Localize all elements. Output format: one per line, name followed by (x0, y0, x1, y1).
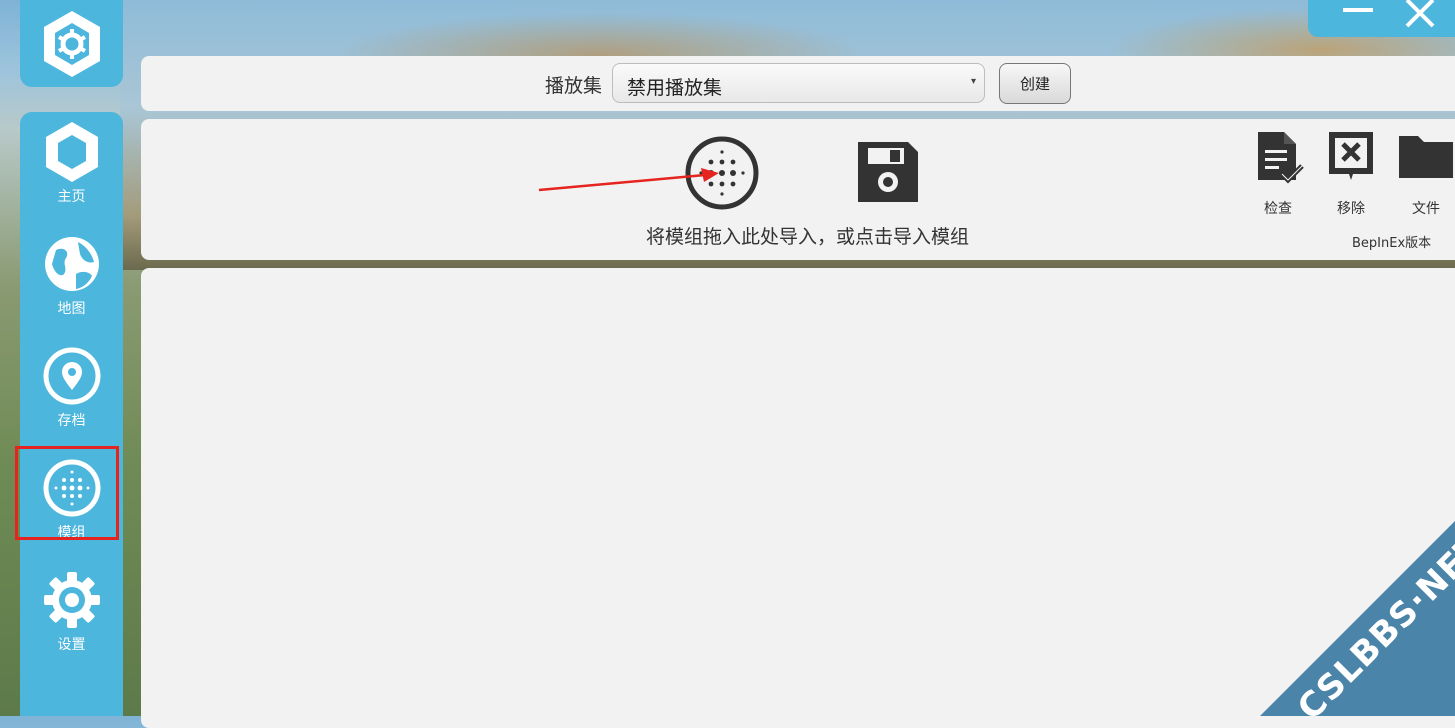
close-icon (1405, 0, 1435, 28)
chevron-down-icon: ▾ (970, 76, 976, 87)
tool-remove-label: 移除 (1337, 201, 1365, 217)
mod-list-panel[interactable] (141, 268, 1455, 728)
folder-icon (1399, 136, 1453, 178)
sidebar: 主页 地图 存档 模组 设置 (15, 112, 123, 716)
hexagon-home-icon (45, 122, 98, 182)
playset-selected-value: 禁用播放集 (627, 77, 723, 99)
create-button[interactable]: 创建 (999, 63, 1071, 104)
save-icon[interactable] (854, 138, 922, 206)
logo-icon (43, 10, 100, 77)
nav-label-saves: 存档 (57, 413, 86, 429)
import-hint: 将模组拖入此处导入，或点击导入模组 (646, 226, 970, 248)
nav-item-mods[interactable]: 模组 (15, 446, 123, 556)
mods-dots-icon (43, 459, 100, 517)
location-pin-icon (43, 347, 100, 405)
nav-label-settings: 设置 (57, 637, 86, 653)
tool-files-label: 文件 (1412, 201, 1440, 217)
document-check-icon (1258, 132, 1304, 184)
nav-label-home: 主页 (57, 189, 86, 205)
minimize-icon (1343, 8, 1373, 12)
playset-select[interactable]: 禁用播放集 ▾ (612, 63, 985, 103)
arrow-annotation (538, 168, 719, 192)
nav-item-settings[interactable]: 设置 (20, 560, 123, 668)
tool-check[interactable]: 检查 (1248, 130, 1308, 218)
nav-item-saves[interactable]: 存档 (20, 336, 123, 444)
nav-item-map[interactable]: 地图 (20, 224, 123, 332)
tool-remove[interactable]: 移除 (1321, 130, 1381, 218)
bepinex-version-label: BepInEx版本 (1352, 236, 1432, 251)
nav-label-map: 地图 (57, 301, 86, 317)
nav-item-home[interactable]: 主页 (20, 112, 123, 220)
globe-icon (44, 237, 99, 291)
nav-label-mods: 模组 (57, 525, 86, 541)
gear-icon (43, 572, 100, 628)
playset-label: 播放集 (545, 75, 603, 97)
app-logo[interactable] (20, 0, 123, 87)
tool-check-label: 检查 (1264, 201, 1292, 217)
window-controls (1308, 0, 1455, 37)
remove-box-icon (1329, 132, 1373, 180)
tool-files[interactable]: 文件 (1396, 130, 1455, 218)
